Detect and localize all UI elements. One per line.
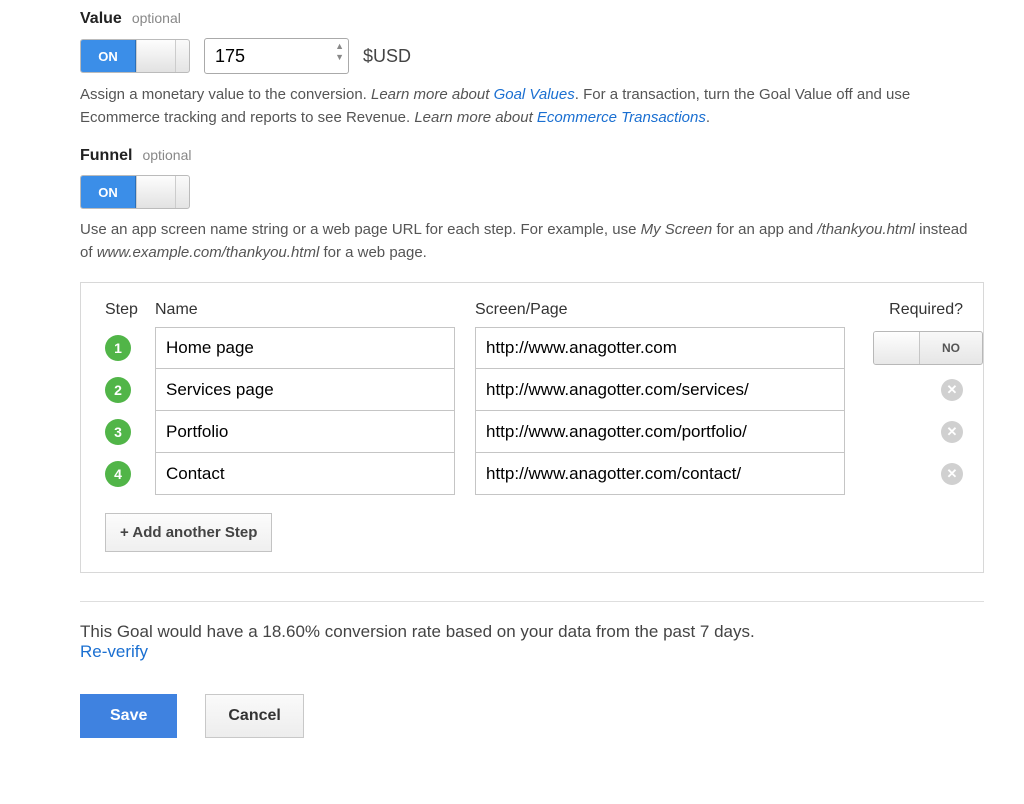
value-help-pre: Assign a monetary value to the conversio… bbox=[80, 86, 371, 103]
step-page-input[interactable] bbox=[475, 453, 845, 495]
col-required: Required? bbox=[845, 301, 963, 327]
step-number-icon: 2 bbox=[105, 377, 131, 403]
funnel-optional: optional bbox=[142, 147, 191, 163]
step-page-cell bbox=[475, 327, 845, 369]
divider bbox=[80, 601, 984, 602]
step-name-input[interactable] bbox=[155, 369, 455, 411]
funnel-controls: ON bbox=[80, 175, 984, 209]
step-name-cell bbox=[155, 327, 455, 369]
required-toggle[interactable]: NO bbox=[873, 331, 983, 365]
verify-block: This Goal would have a 18.60% conversion… bbox=[80, 622, 984, 662]
save-button[interactable]: Save bbox=[80, 694, 177, 738]
step-number-icon: 3 bbox=[105, 419, 131, 445]
step-badge: 1 bbox=[105, 335, 155, 361]
delete-step-icon[interactable]: ✕ bbox=[941, 421, 963, 443]
value-amount-input[interactable] bbox=[205, 39, 348, 73]
funnel-ex3: www.example.com/thankyou.html bbox=[97, 244, 320, 261]
step-page-cell bbox=[475, 369, 845, 411]
step-page-input[interactable] bbox=[475, 411, 845, 453]
value-label: Value bbox=[80, 10, 122, 28]
toggle-knob-icon bbox=[136, 40, 176, 72]
funnel-steps-box: Step Name Screen/Page Required? 1 NO 2 ✕ 3 ✕ 4… bbox=[80, 282, 984, 573]
funnel-ex2: /thankyou.html bbox=[817, 221, 915, 238]
funnel-toggle[interactable]: ON bbox=[80, 175, 190, 209]
step-action-cell: ✕ bbox=[845, 421, 963, 443]
add-step-button[interactable]: + Add another Step bbox=[105, 513, 272, 552]
funnel-steps-table: Step Name Screen/Page Required? 1NO2✕3✕4… bbox=[105, 301, 963, 495]
step-badge: 4 bbox=[105, 461, 155, 487]
step-badge: 3 bbox=[105, 419, 155, 445]
step-number-icon: 4 bbox=[105, 461, 131, 487]
toggle-knob-icon bbox=[136, 176, 176, 208]
step-action-cell: ✕ bbox=[845, 463, 963, 485]
chevron-up-icon: ▲ bbox=[335, 42, 344, 51]
step-page-cell bbox=[475, 453, 845, 495]
delete-step-icon[interactable]: ✕ bbox=[941, 379, 963, 401]
goal-values-link[interactable]: Goal Values bbox=[494, 86, 575, 103]
required-no-label: NO bbox=[920, 332, 982, 364]
step-action-cell: ✕ bbox=[845, 379, 963, 401]
step-name-input[interactable] bbox=[155, 453, 455, 495]
funnel-help-pre: Use an app screen name string or a web p… bbox=[80, 221, 641, 238]
chevron-down-icon: ▼ bbox=[335, 53, 344, 62]
step-name-cell bbox=[155, 411, 455, 453]
col-page: Screen/Page bbox=[475, 301, 845, 327]
funnel-help-mid: for an app and bbox=[712, 221, 817, 238]
step-number-icon: 1 bbox=[105, 335, 131, 361]
funnel-label: Funnel bbox=[80, 147, 132, 165]
value-amount-wrapper: ▲ ▼ bbox=[204, 38, 349, 74]
step-action-cell: NO bbox=[845, 331, 983, 365]
value-optional: optional bbox=[132, 10, 181, 26]
verify-text: This Goal would have a 18.60% conversion… bbox=[80, 622, 984, 642]
step-page-input[interactable] bbox=[475, 369, 845, 411]
value-help-text: Assign a monetary value to the conversio… bbox=[80, 84, 984, 129]
value-help-learn: Learn more about bbox=[371, 86, 494, 103]
step-name-input[interactable] bbox=[155, 327, 455, 369]
funnel-help-text: Use an app screen name string or a web p… bbox=[80, 219, 984, 264]
step-page-cell bbox=[475, 411, 845, 453]
col-name: Name bbox=[155, 301, 455, 327]
step-name-cell bbox=[155, 453, 455, 495]
col-step: Step bbox=[105, 301, 155, 327]
value-toggle-on-label: ON bbox=[81, 40, 136, 72]
stepper-arrows-icon[interactable]: ▲ ▼ bbox=[335, 42, 344, 62]
funnel-header: Funnel optional bbox=[80, 147, 984, 165]
step-name-cell bbox=[155, 369, 455, 411]
value-toggle[interactable]: ON bbox=[80, 39, 190, 73]
step-page-input[interactable] bbox=[475, 327, 845, 369]
step-badge: 2 bbox=[105, 377, 155, 403]
actions-row: Save Cancel bbox=[80, 694, 984, 738]
value-help-learn-ecom: Learn more about bbox=[414, 109, 537, 126]
value-controls: ON ▲ ▼ $USD bbox=[80, 38, 984, 74]
step-name-input[interactable] bbox=[155, 411, 455, 453]
funnel-toggle-on-label: ON bbox=[81, 176, 136, 208]
cancel-button[interactable]: Cancel bbox=[205, 694, 303, 738]
ecommerce-transactions-link[interactable]: Ecommerce Transactions bbox=[537, 109, 706, 126]
value-help-end: . bbox=[706, 109, 710, 126]
value-currency-label: $USD bbox=[363, 46, 411, 67]
value-header: Value optional bbox=[80, 10, 984, 28]
funnel-help-end: for a web page. bbox=[319, 244, 427, 261]
reverify-link[interactable]: Re-verify bbox=[80, 642, 984, 662]
funnel-ex1: My Screen bbox=[641, 221, 713, 238]
delete-step-icon[interactable]: ✕ bbox=[941, 463, 963, 485]
toggle-knob-icon bbox=[874, 332, 920, 364]
